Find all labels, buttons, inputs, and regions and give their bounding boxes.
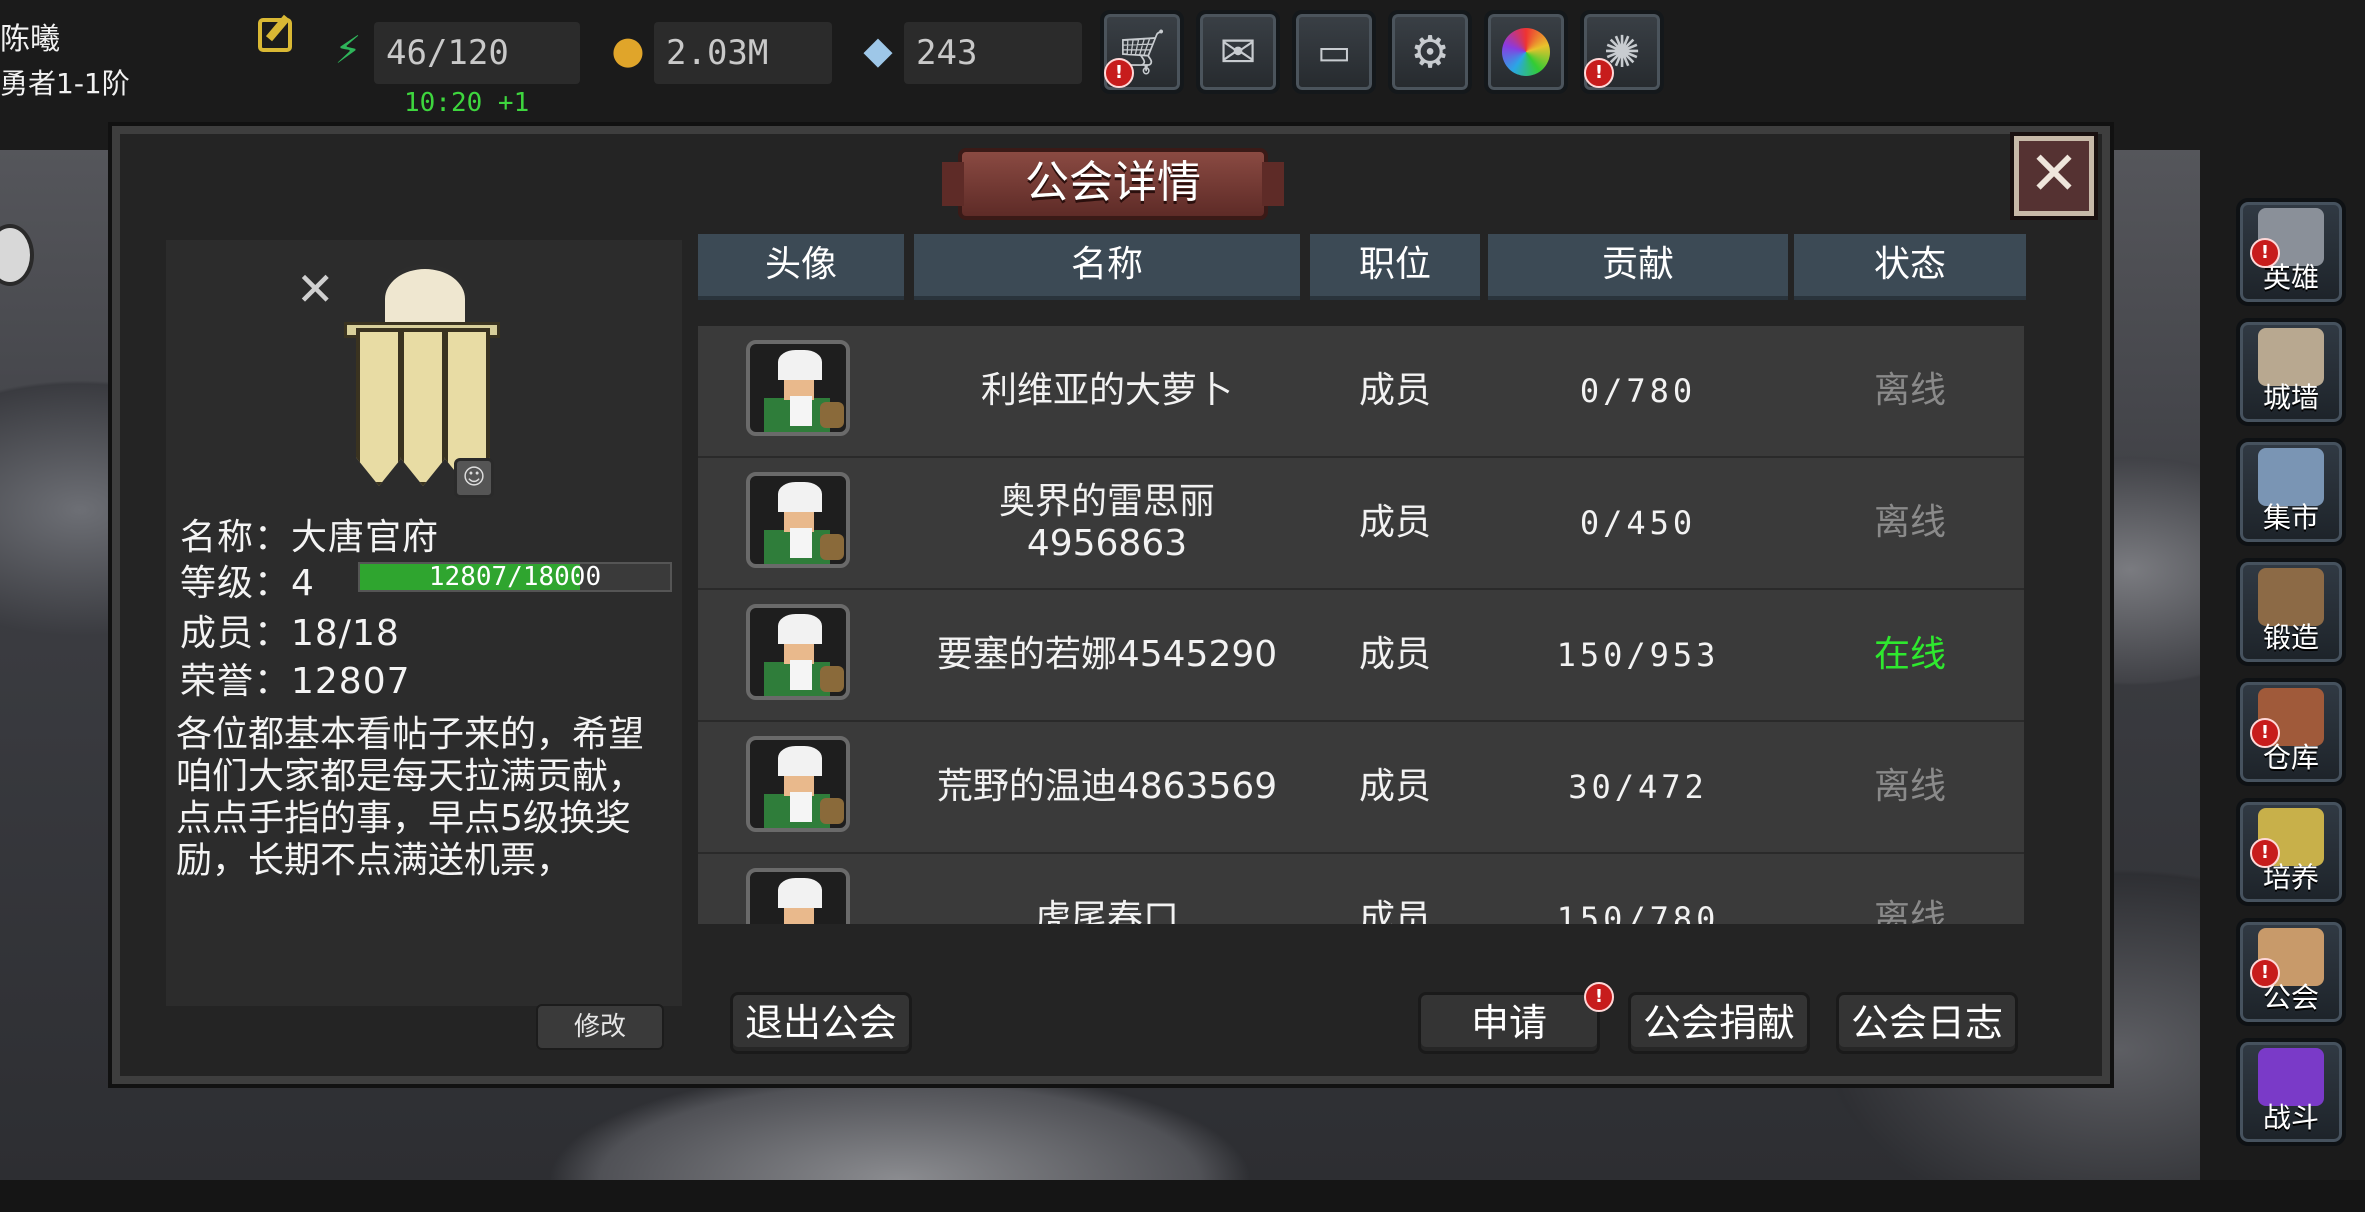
alert-badge: !	[1584, 58, 1614, 88]
column-header: 头像	[698, 234, 904, 300]
gear-icon: ⚙	[1410, 26, 1450, 78]
nav-button[interactable]: 锻造	[2236, 558, 2346, 666]
nav-label: 城墙	[2262, 381, 2319, 414]
guild-name: 名称：大唐官府	[180, 517, 440, 558]
member-name: 虎尾春口	[1034, 898, 1179, 924]
alert-badge: !	[2250, 958, 2280, 988]
gold-value: 2.03M	[654, 22, 832, 84]
leave-guild-button[interactable]: 退出公会	[730, 992, 912, 1054]
edit-name-icon[interactable]	[258, 18, 292, 52]
member-avatar[interactable]	[746, 736, 850, 832]
gem-icon: ◆	[863, 28, 893, 72]
player-name: 陈曦	[0, 22, 60, 57]
settings-button[interactable]: ⚙	[1388, 10, 1472, 94]
close-dialog-button[interactable]: ✕	[2014, 136, 2094, 216]
column-header: 状态	[1794, 234, 2026, 300]
member-row[interactable]: 荒野的温迪4863569 成员 30/472 离线	[698, 722, 2024, 854]
emblem-edit-icon[interactable]: ☺	[454, 458, 494, 498]
guild-level: 等级：4	[180, 563, 315, 604]
alert-badge: !	[2250, 238, 2280, 268]
member-avatar[interactable]	[746, 868, 850, 924]
member-status: 离线	[1873, 502, 1946, 543]
member-status: 离线	[1873, 766, 1946, 807]
member-role: 成员	[1358, 634, 1431, 675]
nav-button[interactable]: 城墙	[2236, 318, 2346, 426]
donate-button[interactable]: 公会捐献	[1628, 992, 1810, 1054]
member-contribution: 0/450	[1579, 504, 1697, 542]
guild-exp-bar: 12807/18000	[358, 562, 672, 592]
nav-button[interactable]: 公会!	[2236, 918, 2346, 1026]
apply-button[interactable]: 申请	[1418, 992, 1600, 1054]
member-status: 在线	[1873, 634, 1946, 675]
member-name: 荒野的温迪4863569	[936, 766, 1278, 807]
alert-badge: !	[2250, 838, 2280, 868]
member-role: 成员	[1358, 370, 1431, 411]
member-avatar[interactable]	[746, 604, 850, 700]
nav-button[interactable]: 战斗	[2236, 1038, 2346, 1146]
color-wheel-icon	[1502, 28, 1550, 76]
member-contribution: 30/472	[1568, 768, 1708, 806]
mail-button[interactable]: ✉	[1196, 10, 1280, 94]
guild-members: 成员：18/18	[180, 613, 400, 654]
member-role: 成员	[1358, 766, 1431, 807]
nav-button[interactable]: 仓库!	[2236, 678, 2346, 786]
column-header: 贡献	[1488, 234, 1788, 300]
member-row[interactable]: 要塞的若娜4545290 成员 150/953 在线	[698, 590, 2024, 722]
member-avatar[interactable]	[746, 340, 850, 436]
alert-badge: !	[1584, 982, 1614, 1012]
mail-icon: ✉	[1219, 26, 1257, 78]
gem-value: 243	[904, 22, 1082, 84]
close-icon[interactable]: ✕	[296, 262, 335, 316]
fireworks-button[interactable]: ✺ !	[1580, 10, 1664, 94]
gamepad-icon: ▭	[1316, 31, 1351, 73]
guild-exp-text: 12807/18000	[428, 562, 602, 592]
nav-button[interactable]: 英雄!	[2236, 198, 2346, 306]
nav-label: 锻造	[2262, 621, 2319, 654]
nav-button[interactable]: 集市	[2236, 438, 2346, 546]
dialog-title: 公会详情	[942, 148, 1284, 220]
modify-notice-button[interactable]: 修改	[536, 1004, 664, 1050]
column-header: 职位	[1310, 234, 1480, 300]
member-status: 离线	[1873, 898, 1946, 924]
member-contribution: 150/780	[1556, 900, 1720, 924]
member-status: 离线	[1873, 370, 1946, 411]
player-rank: 勇者1-1阶	[0, 67, 130, 100]
guild-notice: 各位都基本看帖子来的，希望咱们大家都是每天拉满贡献，点点手指的事，早点5级换奖励…	[176, 714, 645, 881]
gamepad-button[interactable]: ▭	[1292, 10, 1376, 94]
nav-label: 战斗	[2262, 1101, 2319, 1134]
energy-value: 46/120	[374, 22, 580, 84]
member-name: 奥界的雷思丽 4956863	[998, 481, 1215, 564]
column-header: 名称	[914, 234, 1300, 300]
member-row[interactable]: 虎尾春口 成员 150/780 离线	[698, 854, 2024, 924]
nav-button[interactable]: 培养!	[2236, 798, 2346, 906]
member-name: 利维亚的大萝卜	[980, 370, 1233, 411]
guild-honor: 荣誉：12807	[180, 661, 411, 702]
member-role: 成员	[1358, 502, 1431, 543]
member-role: 成员	[1358, 898, 1431, 924]
member-avatar[interactable]	[746, 472, 850, 568]
close-icon: ✕	[2028, 139, 2080, 209]
guild-log-button[interactable]: 公会日志	[1836, 992, 2018, 1054]
bottom-strip	[0, 1180, 2365, 1212]
member-contribution: 0/780	[1579, 372, 1697, 410]
shop-button[interactable]: 🛒︎ !	[1100, 10, 1184, 94]
energy-icon: ⚡	[334, 28, 362, 72]
member-contribution: 150/953	[1556, 636, 1720, 674]
member-list[interactable]: 利维亚的大萝卜 成员 0/780 离线 奥界的雷思丽 4956863 成员 0/450 离线要…	[698, 326, 2024, 924]
alert-badge: !	[1104, 58, 1134, 88]
alert-badge: !	[2250, 718, 2280, 748]
member-row[interactable]: 利维亚的大萝卜 成员 0/780 离线	[698, 326, 2024, 458]
member-row[interactable]: 奥界的雷思丽 4956863 成员 0/450 离线	[698, 458, 2024, 590]
energy-regen: 10:20 +1	[404, 88, 530, 118]
color-wheel-button[interactable]	[1484, 10, 1568, 94]
member-name: 要塞的若娜4545290	[936, 634, 1278, 675]
nav-label: 集市	[2262, 501, 2319, 534]
gold-coin-icon: ●	[611, 28, 645, 72]
